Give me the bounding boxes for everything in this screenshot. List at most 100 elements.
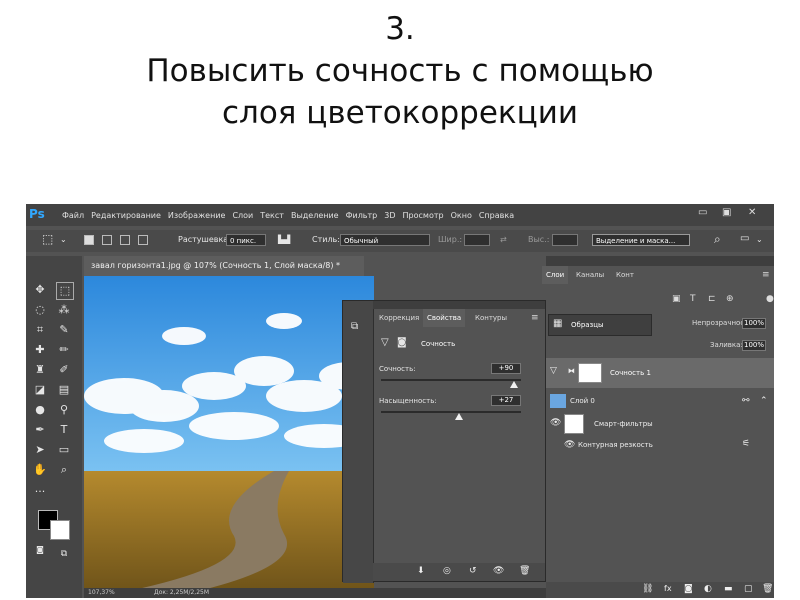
hand-tool-icon[interactable]: ✋ bbox=[32, 462, 48, 478]
filter-image-icon[interactable]: ▣ bbox=[668, 290, 685, 308]
workspace-chevron-icon[interactable]: ⌄ bbox=[756, 235, 763, 244]
document-tab[interactable]: завал горизонта1.jpg @ 107% (Сочность 1,… bbox=[84, 256, 364, 276]
menu-3d[interactable]: 3D bbox=[384, 211, 395, 220]
eye-icon[interactable]: 👁 bbox=[550, 418, 561, 428]
new-layer-icon[interactable]: ▢ bbox=[744, 584, 753, 594]
path-select-tool-icon[interactable]: ➤ bbox=[32, 442, 48, 458]
rect-marquee-tool-icon[interactable]: ⬚ bbox=[56, 282, 74, 300]
menu-window[interactable]: Окно bbox=[451, 211, 472, 220]
crop-tool-icon[interactable]: ⌗ bbox=[32, 322, 48, 338]
height-input[interactable] bbox=[552, 234, 578, 246]
move-tool-icon[interactable]: ✥ bbox=[32, 282, 48, 298]
feather-input[interactable]: 0 пикс. bbox=[226, 234, 266, 246]
tab-channels[interactable]: Каналы bbox=[572, 266, 608, 284]
saturation-slider-thumb[interactable] bbox=[455, 413, 464, 420]
background-color-swatch[interactable] bbox=[50, 520, 70, 540]
quick-select-tool-icon[interactable]: ⁂ bbox=[56, 302, 72, 318]
menu-edit[interactable]: Редактирование bbox=[91, 211, 161, 220]
layer-row-vibrance[interactable]: ▽ ⧓ Сочность 1 bbox=[546, 358, 774, 388]
fx-icon[interactable]: fx bbox=[664, 584, 672, 593]
reset-icon[interactable]: ↺ bbox=[469, 566, 477, 576]
visibility-icon[interactable]: 👁 bbox=[493, 566, 504, 576]
tab-paths[interactable]: Конт bbox=[612, 266, 638, 284]
subtract-selection-icon[interactable] bbox=[120, 235, 130, 245]
select-and-mask-button[interactable]: Выделение и маска... bbox=[592, 234, 690, 246]
zoom-level[interactable]: 107,37% bbox=[88, 589, 115, 596]
restore-button[interactable]: ▣ bbox=[722, 207, 731, 218]
menu-type[interactable]: Текст bbox=[260, 211, 284, 220]
mask-icon[interactable]: ◙ bbox=[397, 337, 407, 348]
style-select[interactable]: Обычный bbox=[340, 234, 430, 246]
eraser-tool-icon[interactable]: ◪ bbox=[32, 382, 48, 398]
chevron-down-icon[interactable]: ⌄ bbox=[60, 235, 67, 244]
minimize-button[interactable]: ▭ bbox=[698, 207, 707, 218]
tab-adjustments[interactable]: Коррекция bbox=[375, 309, 423, 327]
close-button[interactable]: ✕ bbox=[748, 207, 756, 218]
zoom-tool-icon[interactable]: ⌕ bbox=[56, 462, 72, 478]
menu-view[interactable]: Просмотр bbox=[403, 211, 444, 220]
search-icon[interactable]: ⌕ bbox=[714, 232, 721, 247]
add-selection-icon[interactable] bbox=[102, 235, 112, 245]
saturation-input[interactable]: +27 bbox=[491, 395, 521, 406]
smart-filter-mask-thumbnail[interactable] bbox=[564, 414, 584, 434]
new-adjustment-icon[interactable]: ◐ bbox=[704, 584, 712, 594]
brush-tool-icon[interactable]: ✏ bbox=[56, 342, 72, 358]
vibrance-slider-thumb[interactable] bbox=[510, 381, 518, 388]
menu-file[interactable]: Файл bbox=[62, 211, 84, 220]
opacity-input[interactable]: 100% bbox=[742, 318, 766, 329]
menu-help[interactable]: Справка bbox=[479, 211, 514, 220]
history-brush-tool-icon[interactable]: ✐ bbox=[56, 362, 72, 378]
type-tool-icon[interactable]: T bbox=[56, 422, 72, 438]
new-group-icon[interactable]: ▬ bbox=[724, 584, 733, 594]
swatches-panel[interactable]: ▦ Образцы bbox=[548, 314, 652, 336]
anti-alias-icon[interactable]: ▙▟ bbox=[278, 235, 290, 244]
adjustments-icon[interactable]: ⧉ bbox=[351, 321, 358, 332]
eye-icon-filter[interactable]: 👁 bbox=[564, 440, 575, 450]
clone-stamp-tool-icon[interactable]: ♜ bbox=[32, 362, 48, 378]
lasso-tool-icon[interactable]: ◌ bbox=[32, 302, 48, 318]
intersect-selection-icon[interactable] bbox=[138, 235, 148, 245]
gradient-tool-icon[interactable]: ▤ bbox=[56, 382, 72, 398]
menu-image[interactable]: Изображение bbox=[168, 211, 226, 220]
pen-tool-icon[interactable]: ✒ bbox=[32, 422, 48, 438]
vibrance-input[interactable]: +90 bbox=[491, 363, 521, 374]
swap-icon[interactable]: ⇄ bbox=[500, 235, 507, 244]
blur-tool-icon[interactable]: ● bbox=[32, 402, 48, 418]
tab-layers[interactable]: Слои bbox=[542, 266, 569, 284]
width-input[interactable] bbox=[464, 234, 490, 246]
layer-row-unsharp-mask[interactable]: 👁 Контурная резкость ⚟ bbox=[546, 432, 774, 462]
filter-toggle-icon[interactable]: ● bbox=[762, 290, 774, 308]
healing-brush-tool-icon[interactable]: ✚ bbox=[32, 342, 48, 358]
filter-shape-icon[interactable]: ⊏ bbox=[704, 290, 720, 308]
screen-mode-icon[interactable]: ⧉ bbox=[56, 546, 72, 562]
new-selection-icon[interactable] bbox=[84, 235, 94, 245]
menu-filter[interactable]: Фильтр bbox=[346, 211, 378, 220]
view-previous-icon[interactable]: ◎ bbox=[443, 566, 451, 576]
filter-smart-icon[interactable]: ⊕ bbox=[722, 290, 738, 308]
chain-link-icon[interactable]: ⧓ bbox=[568, 367, 575, 375]
tab-properties[interactable]: Свойства bbox=[423, 309, 466, 327]
saturation-slider-track[interactable] bbox=[381, 411, 521, 413]
document-canvas[interactable] bbox=[84, 276, 374, 592]
delete-layer-icon[interactable]: 🗑 bbox=[762, 584, 773, 594]
filter-type-icon[interactable]: T bbox=[686, 290, 700, 308]
properties-menu-icon[interactable]: ≡ bbox=[527, 309, 543, 327]
filter-options-icon[interactable]: ⚟ bbox=[742, 439, 750, 449]
clip-to-layer-icon[interactable]: ⬇ bbox=[417, 566, 425, 576]
marquee-tool-icon[interactable]: ⬚ bbox=[42, 232, 53, 246]
panel-menu-icon[interactable]: ≡ bbox=[758, 266, 774, 284]
delete-adjustment-icon[interactable]: 🗑 bbox=[519, 566, 530, 576]
rectangle-tool-icon[interactable]: ▭ bbox=[56, 442, 72, 458]
menu-select[interactable]: Выделение bbox=[291, 211, 339, 220]
workspace-icon[interactable]: ▭ bbox=[740, 233, 749, 244]
quick-mask-icon[interactable]: ◙ bbox=[32, 542, 48, 558]
vibrance-slider-track[interactable] bbox=[381, 379, 521, 381]
fill-input[interactable]: 100% bbox=[742, 340, 766, 351]
add-mask-icon[interactable]: ◙ bbox=[684, 584, 693, 594]
tab-paths-props[interactable]: Контуры bbox=[471, 309, 511, 327]
more-tools-icon[interactable]: ··· bbox=[32, 484, 48, 500]
layer-mask-thumbnail[interactable] bbox=[578, 363, 602, 383]
link-layers-icon[interactable]: ⛓ bbox=[642, 584, 653, 594]
dodge-tool-icon[interactable]: ⚲ bbox=[56, 402, 72, 418]
eyedropper-tool-icon[interactable]: ✎ bbox=[56, 322, 72, 338]
